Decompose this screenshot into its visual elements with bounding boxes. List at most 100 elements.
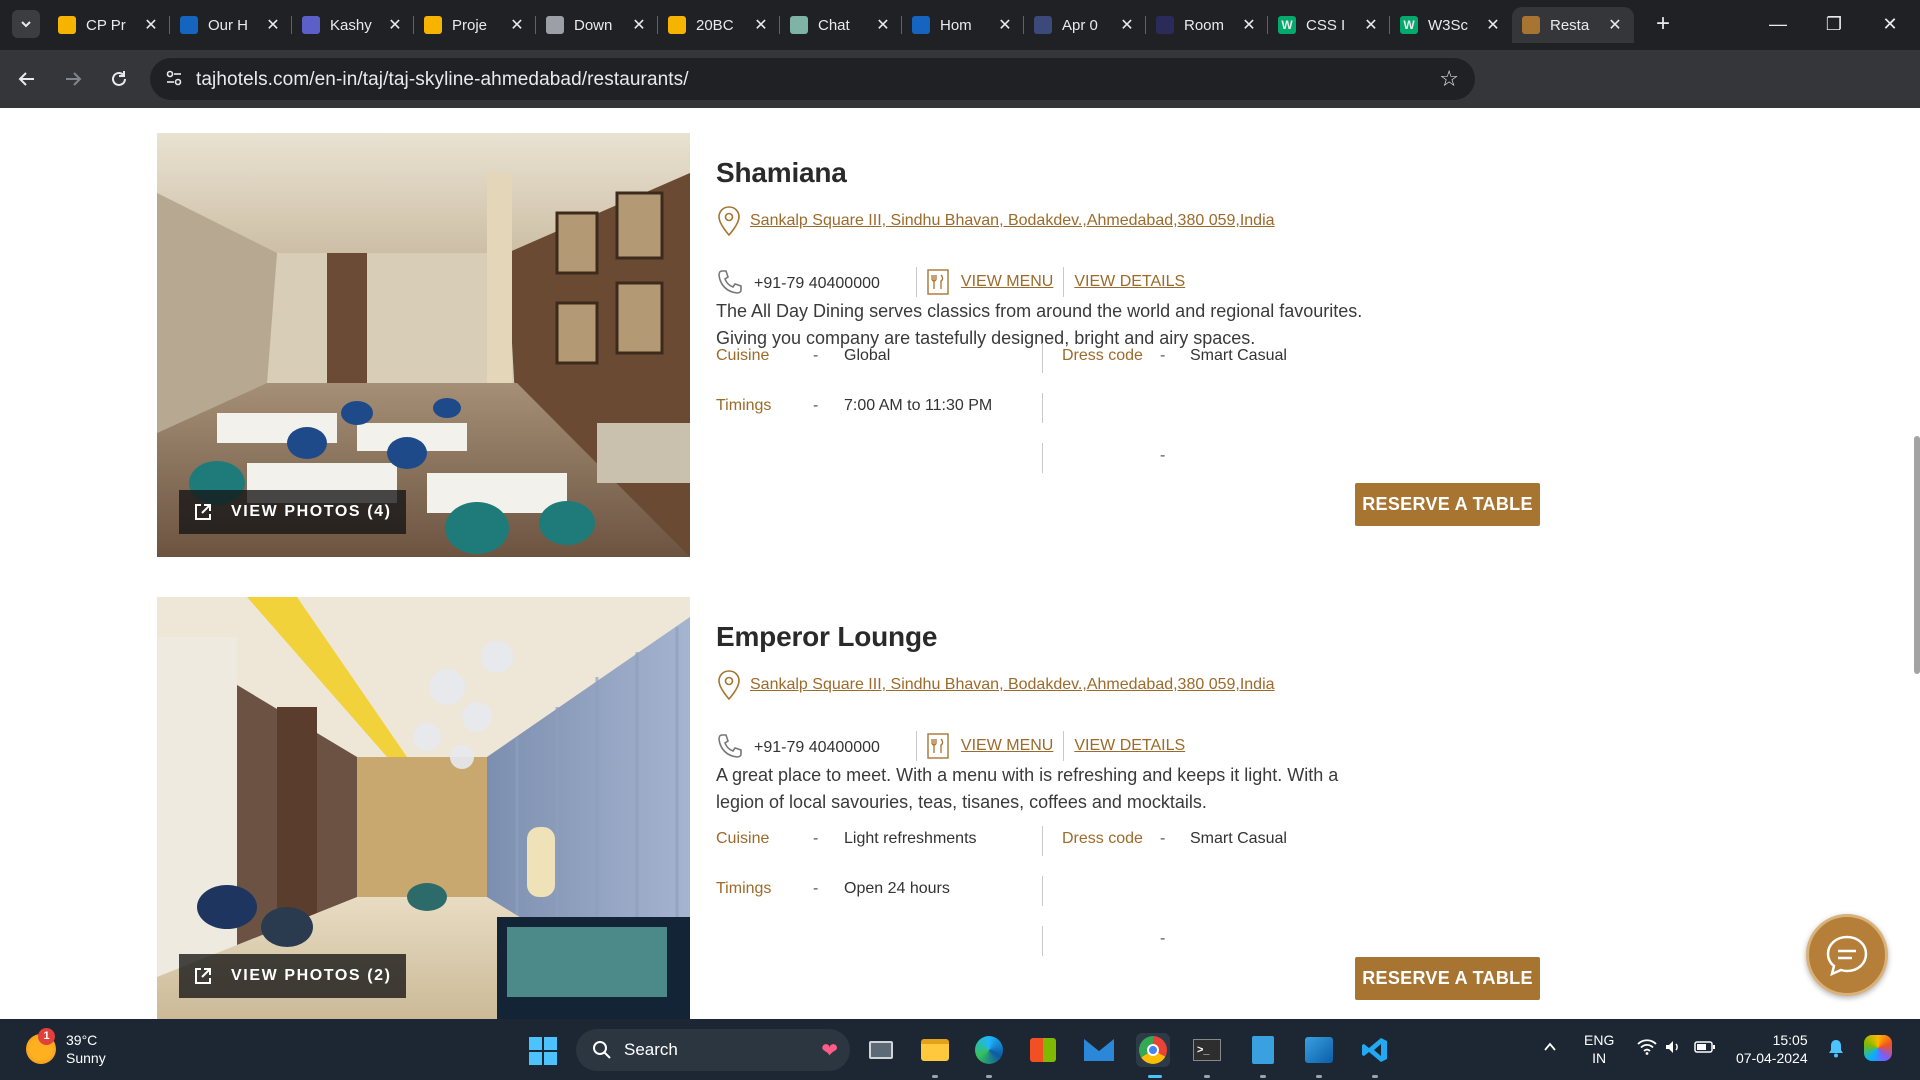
restaurant-photo[interactable]: VIEW PHOTOS (2) <box>157 597 690 1019</box>
close-window-button[interactable]: ✕ <box>1868 8 1912 40</box>
browser-tab[interactable]: Apr 0 ✕ <box>1024 7 1146 43</box>
restaurant-card: VIEW PHOTOS (2) Emperor Lounge Sankalp S… <box>157 597 1697 1019</box>
address-link[interactable]: Sankalp Square III, Sindhu Bhavan, Bodak… <box>750 676 1275 694</box>
notepad-icon[interactable] <box>1246 1033 1280 1067</box>
taskbar-search[interactable]: Search ❤ <box>576 1029 850 1071</box>
date: 07-04-2024 <box>1736 1050 1808 1066</box>
tab-list: CP Pr ✕ Our H ✕ Kashy ✕ Proje ✕ Down ✕ 20BC ✕ Chat ✕ H… <box>48 7 1634 43</box>
tab-close-icon[interactable]: ✕ <box>1606 15 1624 35</box>
chat-button[interactable] <box>1806 914 1888 996</box>
browser-tab[interactable]: Hom ✕ <box>902 7 1024 43</box>
tab-close-icon[interactable]: ✕ <box>386 15 404 35</box>
reserve-table-button[interactable]: RESERVE A TABLE <box>1355 483 1540 526</box>
browser-tab[interactable]: Proje ✕ <box>414 7 536 43</box>
show-hidden-icons[interactable] <box>1542 1039 1558 1058</box>
battery-icon[interactable] <box>1694 1040 1716 1057</box>
divider <box>1042 826 1043 856</box>
browser-tab[interactable]: Kashy ✕ <box>292 7 414 43</box>
tab-title: Down <box>574 16 613 34</box>
browser-tab[interactable]: CP Pr ✕ <box>48 7 170 43</box>
reserve-table-button[interactable]: RESERVE A TABLE <box>1355 957 1540 1000</box>
search-label: Search <box>624 1040 678 1059</box>
divider <box>1042 393 1043 423</box>
view-menu-link[interactable]: VIEW MENU <box>961 273 1053 291</box>
browser-tab[interactable]: Down ✕ <box>536 7 658 43</box>
tab-favicon-icon <box>180 16 198 34</box>
chrome-icon[interactable] <box>1136 1033 1170 1067</box>
running-indicator <box>986 1075 992 1078</box>
dress-code-value: Smart Casual <box>1190 830 1287 847</box>
tab-close-icon[interactable]: ✕ <box>874 15 892 35</box>
extra-row: - <box>716 443 1696 477</box>
cuisine-row: Cuisine - Global Dress code - Smart Casu… <box>716 343 1696 377</box>
dash: - <box>1160 347 1166 364</box>
phone-number[interactable]: +91-79 40400000 <box>754 275 880 293</box>
view-photos-button[interactable]: VIEW PHOTOS (2) <box>179 954 406 998</box>
new-tab-button[interactable]: + <box>1650 12 1676 38</box>
notification-bell-icon[interactable] <box>1827 1038 1845 1061</box>
restaurant-photo[interactable]: VIEW PHOTOS (4) <box>157 133 690 557</box>
wifi-icon[interactable] <box>1637 1039 1657 1058</box>
tab-close-icon[interactable]: ✕ <box>142 15 160 35</box>
timings-value: 7:00 AM to 11:30 PM <box>844 397 993 414</box>
dash: - <box>813 830 819 847</box>
tab-close-icon[interactable]: ✕ <box>1240 15 1258 35</box>
bookmark-star-icon[interactable]: ☆ <box>1439 66 1459 92</box>
divider <box>915 731 917 761</box>
tab-close-icon[interactable]: ✕ <box>1118 15 1136 35</box>
weather-widget[interactable]: 1 39°C Sunny <box>26 1028 106 1067</box>
view-photos-button[interactable]: VIEW PHOTOS (4) <box>179 490 406 534</box>
divider <box>1042 443 1043 473</box>
clock[interactable]: 15:05 07-04-2024 <box>1736 1031 1808 1067</box>
photos-icon[interactable] <box>1302 1033 1336 1067</box>
back-button[interactable] <box>12 64 42 94</box>
browser-tab[interactable]: Resta ✕ <box>1512 7 1634 43</box>
page-scrollbar[interactable] <box>1914 436 1920 674</box>
file-explorer-icon[interactable] <box>918 1033 952 1067</box>
site-info-icon[interactable] <box>164 69 184 89</box>
view-details-link[interactable]: VIEW DETAILS <box>1074 273 1185 291</box>
browser-tab[interactable]: Room ✕ <box>1146 7 1268 43</box>
tab-close-icon[interactable]: ✕ <box>1484 15 1502 35</box>
tab-search-button[interactable] <box>12 10 40 38</box>
browser-tab[interactable]: Our H ✕ <box>170 7 292 43</box>
copilot-icon[interactable] <box>1864 1035 1892 1061</box>
forward-button[interactable] <box>58 64 88 94</box>
tab-close-icon[interactable]: ✕ <box>630 15 648 35</box>
view-menu-link[interactable]: VIEW MENU <box>961 737 1053 755</box>
location-pin-icon <box>718 670 740 701</box>
browser-tab[interactable]: Chat ✕ <box>780 7 902 43</box>
contact-row: +91-79 40400000 VIEW MENU VIEW DETAILS <box>716 266 1195 298</box>
terminal-icon[interactable]: >_ <box>1190 1033 1224 1067</box>
address-bar[interactable]: tajhotels.com/en-in/taj/taj-skyline-ahme… <box>150 58 1475 100</box>
volume-icon[interactable] <box>1664 1038 1682 1059</box>
restore-button[interactable]: ❐ <box>1812 8 1856 40</box>
tab-close-icon[interactable]: ✕ <box>752 15 770 35</box>
view-details-link[interactable]: VIEW DETAILS <box>1074 737 1185 755</box>
tab-close-icon[interactable]: ✕ <box>996 15 1014 35</box>
active-indicator <box>1148 1075 1162 1078</box>
browser-tab[interactable]: W CSS I ✕ <box>1268 7 1390 43</box>
menu-card-icon <box>927 733 949 759</box>
dress-code-label: Dress code <box>1062 347 1143 364</box>
vscode-icon[interactable] <box>1358 1033 1392 1067</box>
reload-button[interactable] <box>104 64 134 94</box>
minimize-button[interactable]: — <box>1756 8 1800 40</box>
tab-close-icon[interactable]: ✕ <box>264 15 282 35</box>
reload-icon <box>112 71 126 86</box>
browser-tab[interactable]: 20BC ✕ <box>658 7 780 43</box>
address-link[interactable]: Sankalp Square III, Sindhu Bhavan, Bodak… <box>750 212 1275 230</box>
store-icon[interactable] <box>1026 1033 1060 1067</box>
language-indicator[interactable]: ENG IN <box>1584 1031 1614 1067</box>
edge-icon[interactable] <box>972 1033 1006 1067</box>
restaurant-address: Sankalp Square III, Sindhu Bhavan, Bodak… <box>716 669 1275 701</box>
dress-code-value: Smart Casual <box>1190 347 1287 364</box>
task-view-icon[interactable] <box>864 1033 898 1067</box>
phone-number[interactable]: +91-79 40400000 <box>754 739 880 757</box>
windows-start-icon[interactable] <box>528 1036 558 1066</box>
tab-close-icon[interactable]: ✕ <box>1362 15 1380 35</box>
tab-close-icon[interactable]: ✕ <box>508 15 526 35</box>
mail-icon[interactable] <box>1082 1033 1116 1067</box>
divider <box>1063 731 1065 761</box>
browser-tab[interactable]: W W3Sc ✕ <box>1390 7 1512 43</box>
